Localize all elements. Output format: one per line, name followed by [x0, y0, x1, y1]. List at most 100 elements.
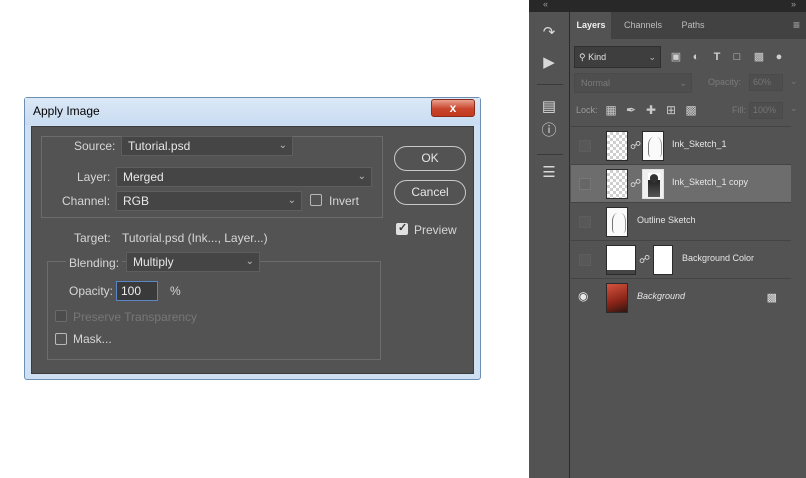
adjustment-filter-icon[interactable]: ◐ — [688, 46, 704, 68]
preview-checkbox[interactable] — [396, 221, 408, 235]
panel-menu-icon[interactable]: ≡ — [793, 18, 800, 32]
lock-row: Lock: ▦ ✒ ✚ ⊞ ▩ Fill: 100% ⌄ — [571, 100, 806, 120]
layer-thumbnail — [606, 131, 628, 161]
filter-toggle-icon[interactable]: ● — [771, 46, 787, 68]
eye-icon[interactable]: ◉ — [578, 289, 590, 303]
chevron-down-icon: ⌄ — [648, 52, 656, 62]
smart-object-filter-icon[interactable]: ▩ — [751, 46, 767, 68]
layer-dropdown[interactable]: Merged ⌄ — [116, 167, 372, 187]
chevron-down-icon[interactable]: ⌄ — [790, 103, 798, 114]
info-icon[interactable]: ⓘ — [529, 116, 569, 146]
search-icon: ⚲ — [579, 52, 586, 62]
invert-label[interactable]: Invert — [329, 194, 359, 208]
layer-opacity-input[interactable]: 60% — [749, 74, 783, 91]
shape-filter-icon[interactable]: □ — [729, 46, 745, 68]
invert-checkbox[interactable] — [310, 194, 322, 206]
chevron-down-icon: ⌄ — [278, 140, 287, 151]
layer-row-background[interactable]: ◉ Background ▩ — [571, 278, 791, 316]
blend-mode-value: Normal — [581, 78, 611, 88]
link-icon[interactable]: ☍ — [630, 177, 641, 191]
layer-row-ink-sketch-1[interactable]: ☍ Ink_Sketch_1 — [571, 126, 791, 164]
tab-paths[interactable]: Paths — [675, 12, 711, 39]
opacity-input[interactable] — [116, 281, 158, 301]
mask-thumbnail[interactable] — [653, 245, 673, 275]
layer-row-background-color[interactable]: ☍ Background Color — [571, 240, 791, 278]
tab-channels[interactable]: Channels — [618, 12, 668, 39]
layer-value: Merged — [123, 170, 164, 184]
close-button[interactable]: x — [431, 99, 475, 117]
ok-button[interactable]: OK — [394, 146, 466, 171]
blending-value: Multiply — [133, 255, 174, 269]
screen: Apply Image x Source: Tutorial.psd ⌄ Lay… — [0, 0, 806, 478]
mask-checkbox[interactable] — [55, 333, 67, 345]
dialog-titlebar[interactable]: Apply Image x — [25, 98, 480, 125]
channel-value: RGB — [123, 194, 150, 208]
visibility-toggle[interactable] — [579, 140, 591, 152]
layer-thumbnail — [606, 245, 636, 275]
filter-kind-dropdown[interactable]: ⚲ Kind ⌄ — [574, 46, 661, 68]
type-filter-icon[interactable]: T — [709, 46, 725, 68]
chevron-down-icon: ⌄ — [357, 171, 366, 182]
lock-transparent-icon[interactable]: ▦ — [603, 100, 619, 120]
divider — [537, 154, 563, 155]
channel-label: Channel: — [62, 194, 111, 208]
target-label: Target: — [74, 231, 111, 245]
lock-position-icon[interactable]: ✚ — [643, 100, 659, 120]
chevron-down-icon[interactable]: ⌄ — [790, 76, 798, 87]
opacity-unit: % — [170, 284, 181, 298]
lock-pixels-icon[interactable]: ✒ — [623, 100, 639, 120]
layer-label: Layer: — [77, 170, 111, 184]
layer-name: Ink_Sketch_1 copy — [672, 177, 749, 187]
preserve-transparency-checkbox[interactable] — [55, 310, 67, 322]
preview-label[interactable]: Preview — [414, 223, 457, 237]
lock-artboard-icon[interactable]: ⊞ — [663, 100, 679, 120]
mask-thumbnail[interactable] — [642, 169, 664, 199]
filter-kind-value: Kind — [588, 52, 607, 62]
visibility-toggle[interactable] — [579, 178, 591, 190]
cancel-button[interactable]: Cancel — [394, 180, 466, 205]
mask-thumbnail[interactable] — [642, 131, 664, 161]
chevron-down-icon: ⌄ — [287, 195, 296, 206]
source-dropdown[interactable]: Tutorial.psd ⌄ — [121, 136, 293, 156]
adjustments-icon[interactable]: ☰ — [529, 158, 569, 188]
panel-icon-column: ↷ ▶ ▤ ⓘ ☰ — [529, 12, 570, 478]
expand-icon[interactable]: » — [791, 0, 796, 9]
divider — [537, 84, 563, 85]
fill-label: Fill: — [732, 105, 746, 115]
collapse-icon[interactable]: « — [543, 0, 548, 9]
link-icon[interactable]: ☍ — [639, 253, 650, 267]
lock-label: Lock: — [576, 105, 598, 115]
history-icon[interactable]: ↷ — [529, 18, 569, 48]
layer-filter-row: ⚲ Kind ⌄ ▣ ◐ T □ ▩ ● — [571, 46, 806, 68]
blend-row: Normal ⌄ Opacity: 60% ⌄ — [571, 73, 806, 93]
source-label: Source: — [74, 139, 116, 153]
actions-play-icon[interactable]: ▶ — [529, 48, 569, 78]
layer-thumbnail — [606, 283, 628, 313]
layer-opacity-label: Opacity: — [708, 77, 742, 87]
visibility-toggle[interactable] — [579, 216, 591, 228]
layer-thumbnail — [606, 169, 628, 199]
blending-dropdown[interactable]: Multiply ⌄ — [126, 252, 260, 272]
layer-name: Background Color — [682, 253, 755, 263]
fill-input[interactable]: 100% — [749, 102, 783, 119]
panel-collapse-strip: « » — [529, 0, 806, 12]
link-icon[interactable]: ☍ — [630, 139, 641, 153]
channel-dropdown[interactable]: RGB ⌄ — [116, 191, 302, 211]
layer-list: ☍ Ink_Sketch_1 ☍ Ink_Sketch_1 copy Outli — [571, 126, 806, 316]
visibility-toggle[interactable] — [579, 254, 591, 266]
layer-name: Outline Sketch — [637, 215, 696, 225]
layer-row-ink-sketch-1-copy[interactable]: ☍ Ink_Sketch_1 copy — [571, 164, 791, 202]
layer-row-outline-sketch[interactable]: Outline Sketch — [571, 202, 791, 240]
dialog-body: Source: Tutorial.psd ⌄ Layer: Merged ⌄ C… — [31, 126, 474, 374]
lock-all-icon[interactable]: ▩ — [683, 100, 699, 120]
fill-layer-bar — [607, 270, 635, 274]
lock-icon[interactable]: ▩ — [767, 291, 777, 304]
close-icon: x — [449, 101, 457, 115]
mask-label[interactable]: Mask... — [73, 332, 112, 346]
photoshop-panels: « » ↷ ▶ ▤ ⓘ ☰ Layers Channels Paths ≡ ⚲ — [529, 0, 806, 478]
image-filter-icon[interactable]: ▣ — [668, 46, 684, 68]
source-value: Tutorial.psd — [128, 139, 191, 153]
chevron-down-icon: ⌄ — [245, 256, 254, 267]
tab-layers[interactable]: Layers — [571, 12, 611, 39]
blend-mode-dropdown[interactable]: Normal ⌄ — [574, 73, 692, 93]
